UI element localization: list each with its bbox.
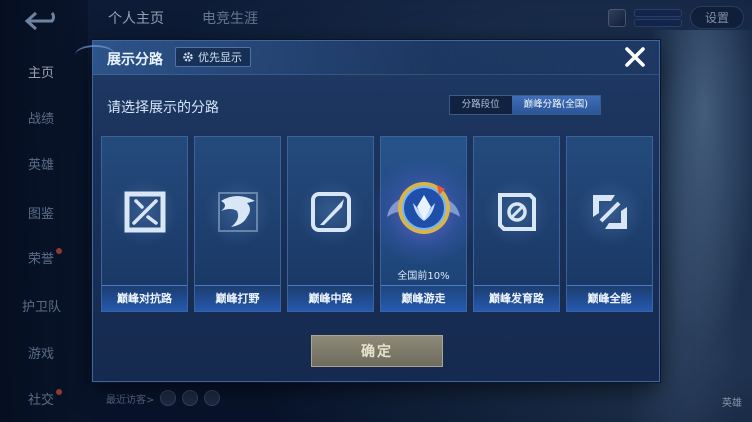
lane-card-allround[interactable]: 巅峰全能 — [566, 136, 653, 312]
lane-card-label: 巅峰打野 — [195, 285, 280, 311]
priority-display-button[interactable]: 优先显示 — [175, 47, 251, 67]
lane-source-tabs: 分路段位 巅峰分路(全国) — [448, 95, 601, 115]
lane-card-label: 巅峰游走 — [381, 285, 466, 311]
rank-percentile-note: 全国前10% — [397, 271, 450, 282]
dialog-title: 展示分路 — [107, 52, 163, 68]
lane-card-solo[interactable]: 巅峰对抗路 — [101, 136, 188, 312]
lane-card-mid[interactable]: 巅峰中路 — [287, 136, 374, 312]
lane-display-dialog: 展示分路 优先显示 请选择展示的分路 分路段位 巅峰分路(全国) 巅峰对抗路 巅… — [75, 40, 660, 382]
lane-card-farm[interactable]: 巅峰发育路 — [473, 136, 560, 312]
lane-card-label: 巅峰全能 — [567, 285, 652, 311]
interlocked-squares-icon — [592, 195, 627, 229]
lane-card-label: 巅峰对抗路 — [102, 285, 187, 311]
confirm-button[interactable]: 确定 — [311, 335, 443, 367]
winged-shield-icon — [397, 182, 450, 234]
lane-card-jungle[interactable]: 巅峰打野 — [194, 136, 281, 312]
gear-icon — [183, 52, 193, 62]
tab-lane-rank[interactable]: 分路段位 — [450, 96, 512, 114]
dialog-header: 展示分路 优先显示 — [75, 41, 659, 75]
arrow-target-icon — [497, 193, 536, 231]
diagonal-blade-icon — [310, 192, 351, 232]
priority-display-label: 优先显示 — [198, 51, 242, 64]
lane-cards: 巅峰对抗路 巅峰打野 巅峰中路 全国前10% 巅峰游走 巅峰发育路 巅峰全能 — [101, 136, 653, 312]
crossed-swords-icon — [124, 191, 165, 233]
tab-peak-lane-national[interactable]: 巅峰分路(全国) — [511, 96, 600, 114]
dragon-claw-icon — [217, 192, 258, 232]
lane-card-label: 巅峰中路 — [288, 285, 373, 311]
lane-card-roam[interactable]: 全国前10% 巅峰游走 — [368, 136, 479, 312]
close-button[interactable] — [623, 45, 647, 69]
lane-card-label: 巅峰发育路 — [474, 285, 559, 311]
close-icon — [625, 47, 645, 67]
select-lane-prompt: 请选择展示的分路 — [107, 100, 219, 116]
